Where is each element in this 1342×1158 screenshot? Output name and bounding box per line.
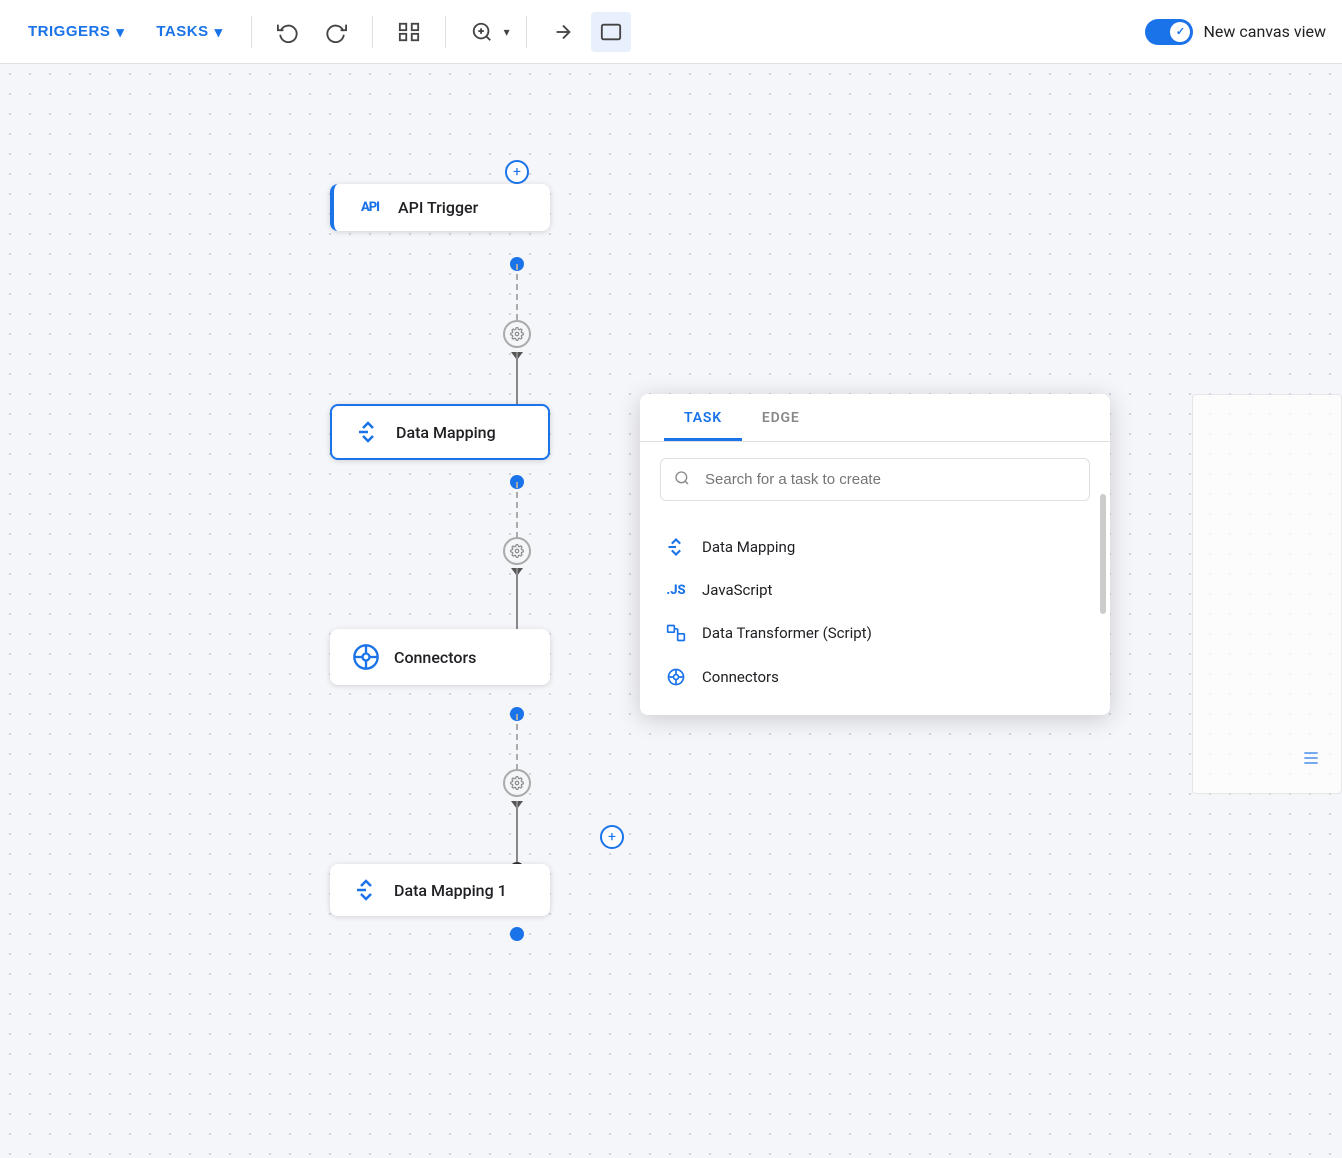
new-canvas-toggle[interactable]: ✓ xyxy=(1145,19,1193,45)
popup-list: Data Mapping .JS JavaScript Data xyxy=(640,517,1110,715)
tab-edge[interactable]: EDGE xyxy=(742,394,820,441)
add-middle-button[interactable]: + xyxy=(600,825,624,849)
divider-3 xyxy=(445,16,446,48)
divider-1 xyxy=(251,16,252,48)
zoom-button[interactable] xyxy=(462,12,502,52)
new-canvas-section: ✓ New canvas view xyxy=(1145,19,1326,45)
popup-search xyxy=(660,458,1090,501)
undo-button[interactable] xyxy=(268,12,308,52)
tasks-button[interactable]: TASKS ▾ xyxy=(144,17,234,47)
list-item-data-transformer[interactable]: Data Transformer (Script) xyxy=(640,611,1110,655)
data-transformer-list-label: Data Transformer (Script) xyxy=(702,624,872,642)
popup-scrollbar[interactable] xyxy=(1100,494,1106,614)
dot-7 xyxy=(510,927,524,941)
data-transformer-list-icon xyxy=(664,623,688,643)
triggers-button[interactable]: TRIGGERS ▾ xyxy=(16,17,136,47)
list-item-javascript[interactable]: .JS JavaScript xyxy=(640,569,1110,611)
data-mapping-1-node[interactable]: Data Mapping 1 xyxy=(330,864,550,916)
canvas-view-icon xyxy=(600,21,622,43)
data-mapping-list-label: Data Mapping xyxy=(702,538,795,556)
data-mapping-1-label: Data Mapping 1 xyxy=(394,881,507,900)
connectors-list-label: Connectors xyxy=(702,668,779,686)
tab-task[interactable]: TASK xyxy=(664,394,742,441)
new-canvas-label: New canvas view xyxy=(1203,22,1326,41)
search-icon xyxy=(674,470,690,490)
data-mapping-label: Data Mapping xyxy=(396,423,496,442)
connectors-list-icon xyxy=(664,667,688,687)
gear-3[interactable] xyxy=(503,769,531,797)
mini-panel xyxy=(1192,394,1342,794)
data-mapping-icon xyxy=(352,420,384,444)
undo-icon xyxy=(277,21,299,43)
data-mapping-list-icon xyxy=(664,537,688,557)
popup-tabs: TASK EDGE xyxy=(640,394,1110,442)
javascript-list-label: JavaScript xyxy=(702,581,772,599)
canvas-view-button[interactable] xyxy=(591,12,631,52)
connectors-label: Connectors xyxy=(394,648,476,667)
toolbar: TRIGGERS ▾ TASKS ▾ xyxy=(0,0,1342,64)
popup-panel: TASK EDGE D xyxy=(640,394,1110,715)
gear-1[interactable] xyxy=(503,320,531,348)
list-item-data-mapping[interactable]: Data Mapping xyxy=(640,525,1110,569)
tasks-label: TASKS xyxy=(156,23,208,40)
line-4 xyxy=(516,568,518,636)
gear-icon-2 xyxy=(510,544,524,558)
toggle-check-icon: ✓ xyxy=(1176,25,1185,38)
zoom-icon xyxy=(471,21,493,43)
zoom-group: ▾ xyxy=(462,12,510,52)
data-mapping-1-icon xyxy=(350,878,382,902)
connectors-icon xyxy=(350,643,382,671)
divider-2 xyxy=(372,16,373,48)
triggers-chevron-icon: ▾ xyxy=(116,23,124,41)
api-icon: API xyxy=(354,200,386,215)
mini-panel-icon[interactable] xyxy=(1301,748,1321,773)
gear-icon-3 xyxy=(510,776,524,790)
connectors-node[interactable]: Connectors xyxy=(330,629,550,685)
canvas[interactable]: + API API Trigger Data Mapping xyxy=(0,64,1342,1158)
pen-button[interactable] xyxy=(543,12,583,52)
zoom-chevron-icon: ▾ xyxy=(504,25,510,39)
gear-icon-1 xyxy=(510,327,524,341)
redo-button[interactable] xyxy=(316,12,356,52)
api-trigger-label: API Trigger xyxy=(398,198,478,217)
api-trigger-node[interactable]: API API Trigger xyxy=(330,184,550,231)
triggers-label: TRIGGERS xyxy=(28,23,110,40)
pen-icon xyxy=(552,21,574,43)
redo-icon xyxy=(325,21,347,43)
divider-4 xyxy=(526,16,527,48)
gear-2[interactable] xyxy=(503,537,531,565)
list-item-connectors[interactable]: Connectors xyxy=(640,655,1110,699)
data-mapping-node[interactable]: Data Mapping xyxy=(330,404,550,460)
javascript-list-icon: .JS xyxy=(664,583,688,598)
layout-button[interactable] xyxy=(389,12,429,52)
search-input[interactable] xyxy=(660,458,1090,501)
layout-icon xyxy=(398,21,420,43)
line-6 xyxy=(516,801,518,869)
tasks-chevron-icon: ▾ xyxy=(215,23,223,41)
add-top-button[interactable]: + xyxy=(505,160,529,184)
